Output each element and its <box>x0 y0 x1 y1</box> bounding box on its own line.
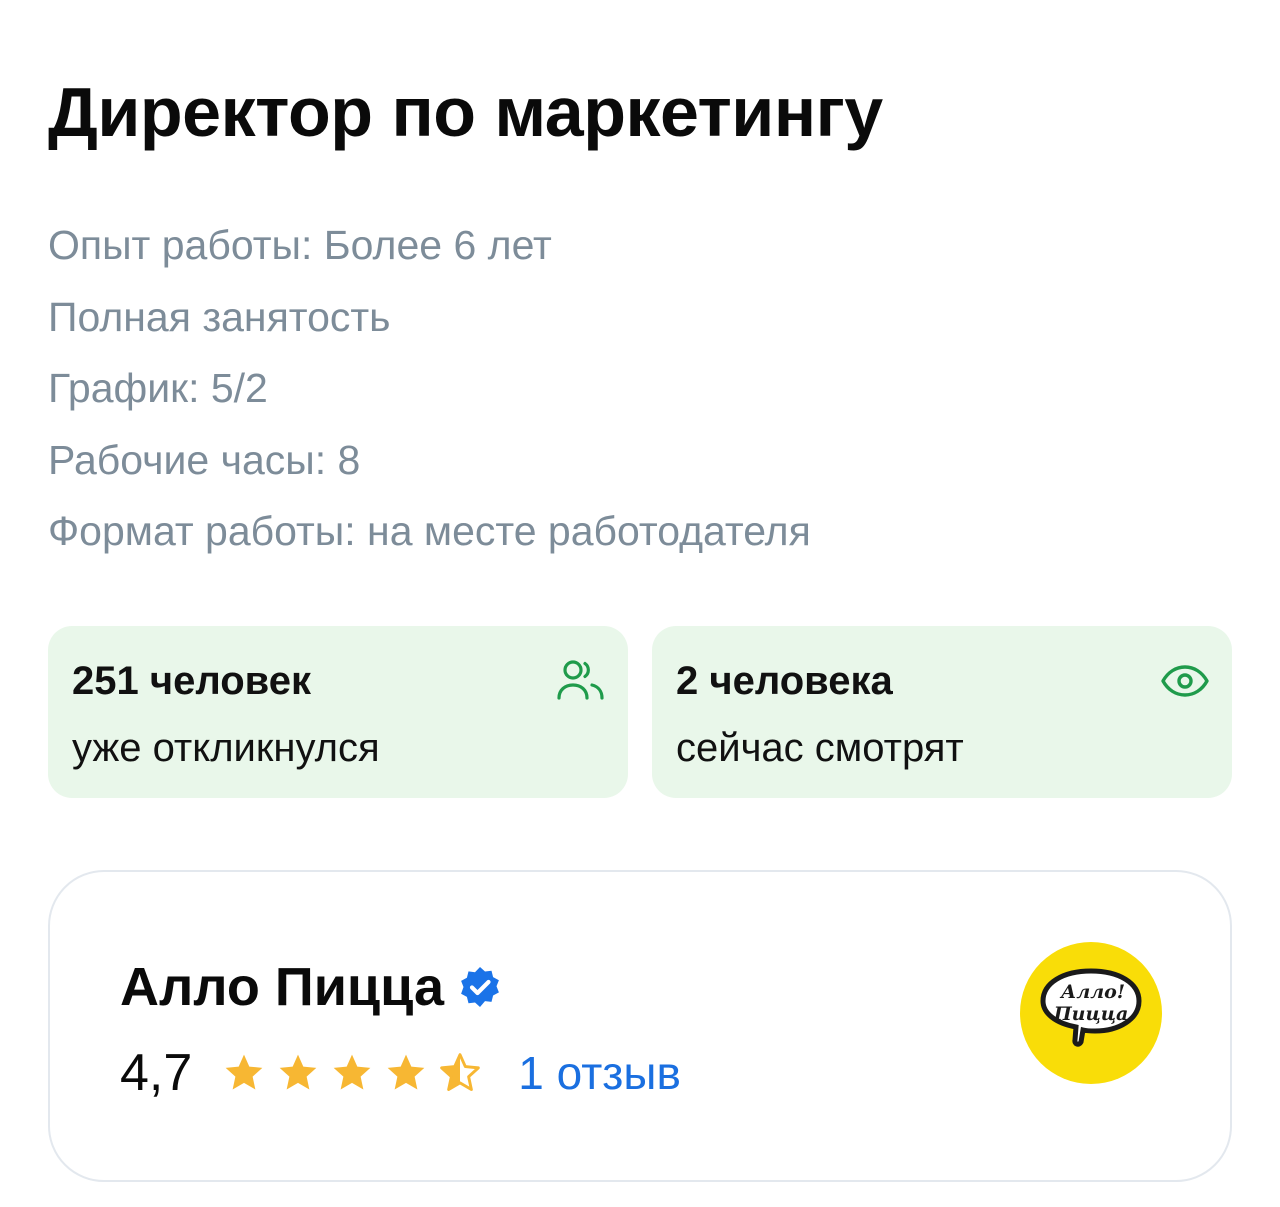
detail-schedule: График: 5/2 <box>48 365 268 411</box>
detail-hours: Рабочие часы: 8 <box>48 436 361 483</box>
responded-stat-card: 251 человек уже откликнулся <box>48 626 628 798</box>
company-name-row: Алло Пицца <box>120 954 502 1020</box>
viewing-stat-card: 2 человека сейчас смотрят <box>652 626 1232 798</box>
company-logo[interactable]: Алло! Пицца <box>1020 942 1162 1084</box>
star-half-icon <box>440 1053 481 1091</box>
rating-stars <box>222 1051 492 1095</box>
detail-work-format: Формат работы: на месте работодателя <box>48 508 811 554</box>
responded-label: уже откликнулся <box>72 726 380 770</box>
star-full-icon <box>225 1054 263 1090</box>
eye-icon <box>1161 665 1209 697</box>
logo-speech-bubble-icon: Алло! Пицца <box>1040 968 1142 1047</box>
rating-value: 4,7 <box>120 1044 193 1102</box>
logo-text-line2: Пицца <box>1053 1003 1129 1025</box>
reviews-link[interactable]: 1 отзыв <box>518 1042 681 1104</box>
company-card[interactable]: Алло Пицца 4,7 1 отзыв Алло! Пицца <box>48 870 1232 1182</box>
rating-row: 4,7 1 отзыв <box>120 1042 681 1104</box>
detail-experience: Опыт работы: Более 6 лет <box>48 222 552 268</box>
logo-text-line1: Алло! <box>1059 981 1125 1003</box>
verified-badge-icon <box>461 967 499 1007</box>
vacancy-title: Директор по маркетингу <box>48 73 883 151</box>
vacancy-details: Опыт работы: Более 6 лет Полная занятост… <box>48 210 811 568</box>
star-full-icon <box>279 1054 317 1090</box>
star-full-icon <box>387 1054 425 1090</box>
star-full-icon <box>333 1054 371 1090</box>
viewing-count: 2 человека <box>676 659 893 703</box>
company-name[interactable]: Алло Пицца <box>120 954 444 1020</box>
people-icon <box>557 660 604 700</box>
viewing-label: сейчас смотрят <box>676 726 964 770</box>
detail-employment: Полная занятость <box>48 293 391 340</box>
responded-count: 251 человек <box>72 659 311 703</box>
